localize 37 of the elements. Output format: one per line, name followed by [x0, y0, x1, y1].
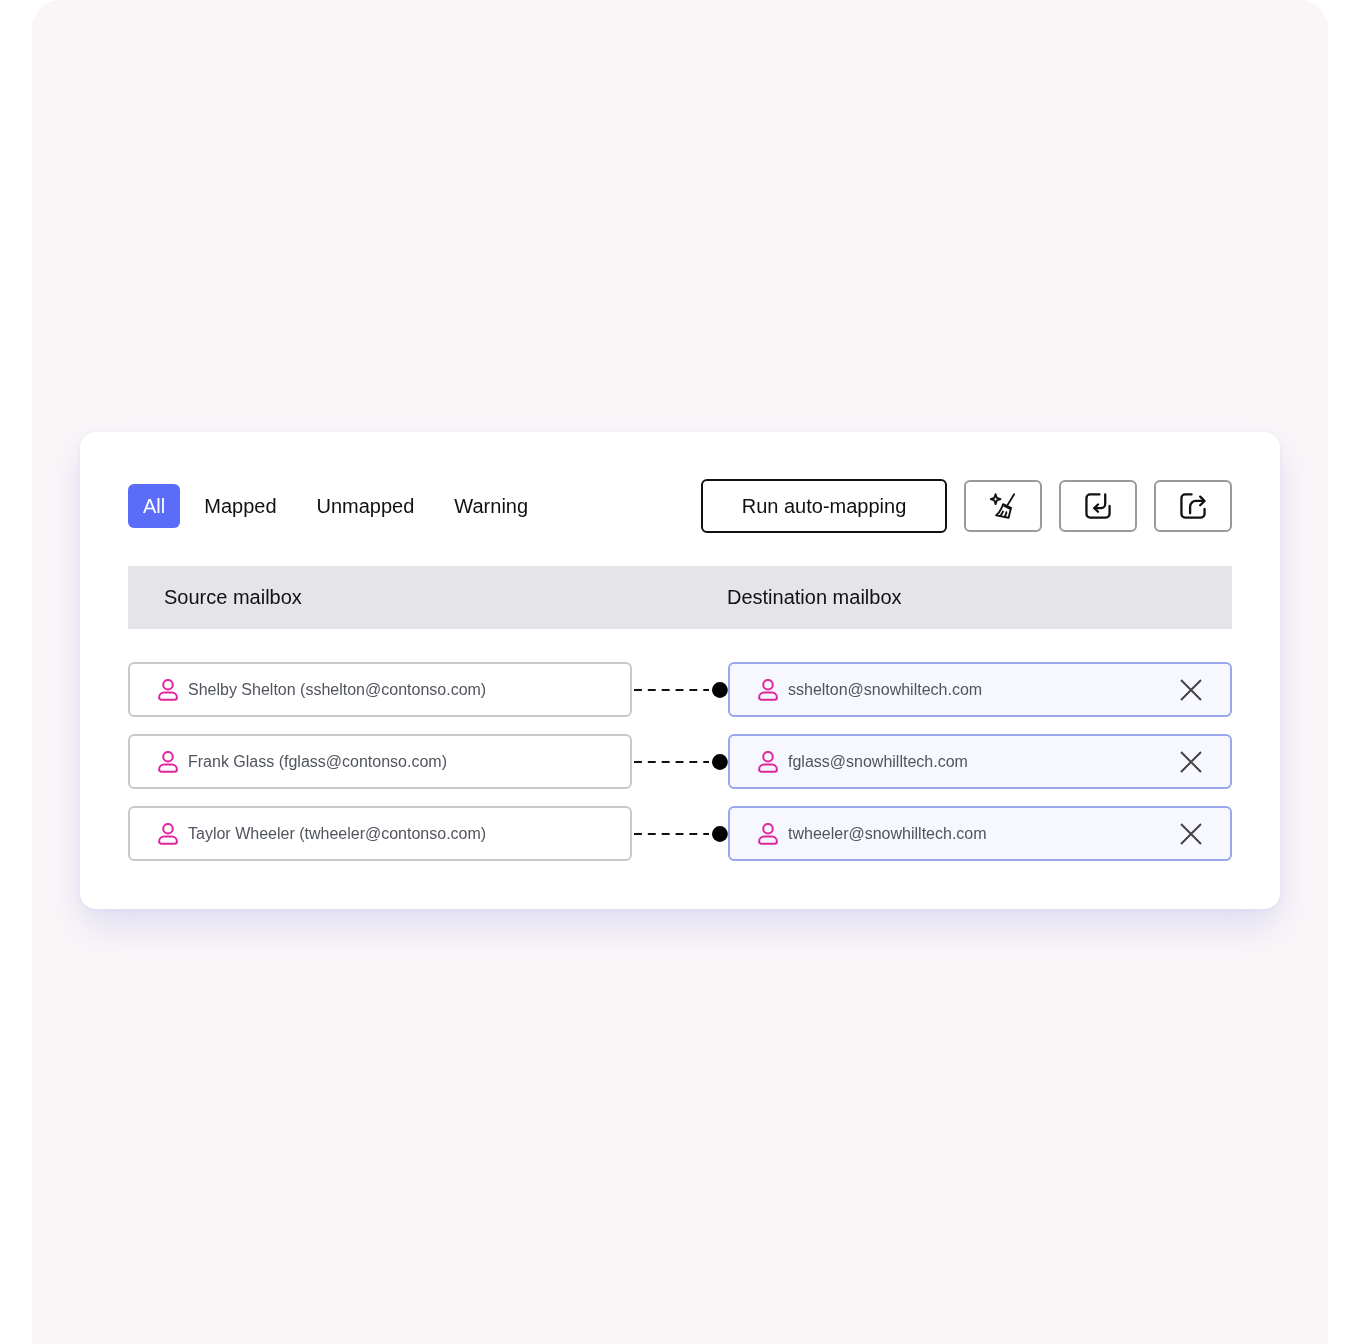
destination-mailbox-entry[interactable]: twheeler@snowhilltech.com	[728, 806, 1232, 861]
close-icon	[1180, 678, 1202, 701]
toolbar-button[interactable]	[964, 480, 1042, 532]
toolbar-button[interactable]	[1059, 480, 1137, 532]
destination-mailbox-text: fglass@snowhilltech.com	[788, 752, 969, 771]
source-mailbox-text: Frank Glass (fglass@contonso.com)	[188, 752, 448, 771]
destination-mailbox-entry[interactable]: fglass@snowhilltech.com	[728, 734, 1232, 789]
filter-tab[interactable]: Unmapped	[300, 484, 431, 528]
remove-button[interactable]	[1180, 750, 1202, 773]
filter-tab[interactable]: All	[128, 484, 181, 528]
sparkle-broom-icon	[990, 493, 1016, 519]
user-icon	[758, 750, 778, 773]
connector-dot-icon	[712, 681, 728, 698]
box-arrow-out-icon	[1180, 493, 1206, 519]
filter-tab[interactable]: Warning	[438, 484, 545, 528]
source-mailbox-text: Shelby Shelton (sshelton@contonso.com)	[188, 680, 488, 699]
user-icon	[158, 822, 178, 845]
user-icon	[158, 678, 178, 701]
remove-button[interactable]	[1180, 678, 1202, 701]
destination-mailbox-text: twheeler@snowhilltech.com	[788, 824, 988, 843]
connector-dot-icon	[712, 753, 728, 770]
remove-button[interactable]	[1180, 822, 1202, 845]
destination-mailbox-text: sshelton@snowhiltech.com	[788, 680, 984, 699]
column-header: Destination mailbox	[727, 586, 903, 609]
user-icon	[758, 822, 778, 845]
box-arrow-in-icon	[1085, 493, 1111, 519]
close-icon	[1180, 750, 1202, 773]
connector-dot-icon	[712, 825, 728, 842]
user-icon	[158, 750, 178, 773]
source-mailbox-text: Taylor Wheeler (twheeler@contonso.com)	[188, 824, 488, 843]
filter-tab[interactable]: Mapped	[188, 484, 293, 528]
destination-mailbox-entry[interactable]: sshelton@snowhiltech.com	[728, 662, 1232, 717]
user-icon	[758, 678, 778, 701]
toolbar-button[interactable]	[1154, 480, 1232, 532]
run-auto-mapping-button[interactable]: Run auto-mapping	[701, 479, 947, 533]
close-icon	[1180, 822, 1202, 845]
column-header: Source mailbox	[163, 586, 303, 609]
